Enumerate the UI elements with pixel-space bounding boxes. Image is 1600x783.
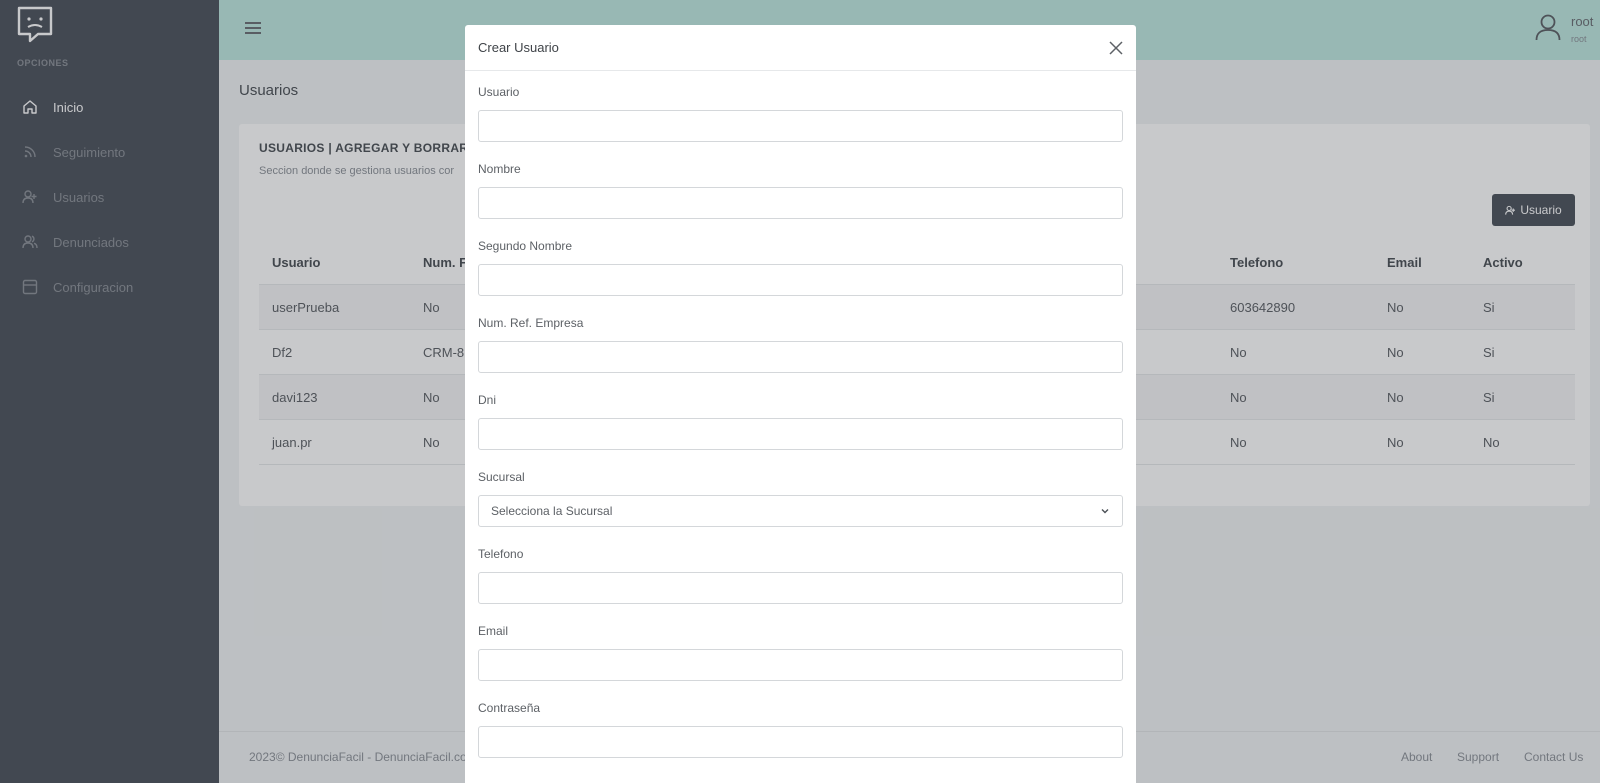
num-ref-input[interactable]: [478, 341, 1123, 373]
segundo-nombre-input[interactable]: [478, 264, 1123, 296]
email-label: Email: [478, 624, 509, 638]
contrasena-label: Contraseña: [478, 701, 541, 715]
usuario-label: Usuario: [478, 85, 520, 99]
sucursal-selected: Selecciona la Sucursal: [491, 504, 613, 518]
telefono-label: Telefono: [478, 547, 524, 561]
sucursal-select[interactable]: Selecciona la Sucursal: [478, 495, 1123, 527]
dni-input[interactable]: [478, 418, 1123, 450]
num-ref-label: Num. Ref. Empresa: [478, 316, 584, 330]
close-icon[interactable]: [1108, 40, 1124, 56]
usuario-input[interactable]: [478, 110, 1123, 142]
contrasena-input[interactable]: [478, 726, 1123, 758]
chevron-down-icon: [1101, 509, 1109, 514]
telefono-input[interactable]: [478, 572, 1123, 604]
create-user-modal: Crear Usuario Usuario Nombre Segundo Nom…: [465, 25, 1136, 783]
sucursal-label: Sucursal: [478, 470, 525, 484]
nombre-input[interactable]: [478, 187, 1123, 219]
modal-header: Crear Usuario: [465, 25, 1136, 71]
segundo-nombre-label: Segundo Nombre: [478, 239, 573, 253]
dni-label: Dni: [478, 393, 497, 407]
nombre-label: Nombre: [478, 162, 521, 176]
email-input[interactable]: [478, 649, 1123, 681]
modal-title: Crear Usuario: [478, 40, 559, 55]
